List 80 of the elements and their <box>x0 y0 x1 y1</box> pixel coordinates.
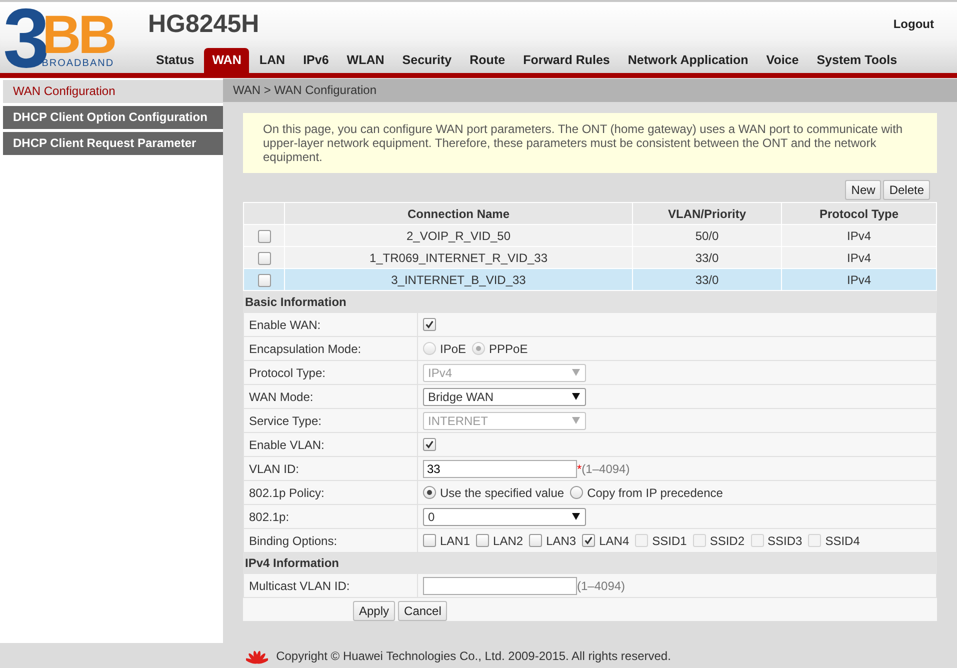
checkbox[interactable] <box>258 230 270 243</box>
required-mark: * <box>577 462 582 476</box>
sidebar-item[interactable]: DHCP Client Request Parameter <box>3 132 223 155</box>
caret-icon <box>572 513 580 520</box>
checkbox-label[interactable]: LAN4 <box>599 534 630 548</box>
checkbox[interactable] <box>529 534 542 547</box>
radio-label[interactable]: Copy from IP precedence <box>587 486 723 500</box>
nav-tab[interactable]: System Tools <box>808 48 906 73</box>
field-label: Multicast VLAN ID: <box>244 574 418 598</box>
copyright-text: Copyright © Huawei Technologies Co., Ltd. 2009-2015. All rights reserved. <box>276 648 671 662</box>
dropdown[interactable]: Bridge WAN <box>423 388 586 406</box>
section-header: Basic Information <box>244 292 936 312</box>
table-cell: IPv4 <box>782 268 936 290</box>
caret-icon <box>572 393 580 400</box>
field-label: WAN Mode: <box>244 384 418 408</box>
column-header: Protocol Type <box>782 202 936 224</box>
checkbox-label[interactable]: LAN3 <box>546 534 576 548</box>
field-label: 802.1p: <box>244 504 418 528</box>
checkbox-label[interactable]: LAN1 <box>440 534 470 548</box>
field-label: 802.1p Policy: <box>244 480 418 504</box>
field-label: Protocol Type: <box>244 360 418 384</box>
field-label: Service Type: <box>244 408 418 432</box>
nav-tab[interactable]: Network Application <box>620 48 756 73</box>
checkbox-label[interactable]: LAN2 <box>493 534 524 548</box>
table-row[interactable]: 2_VOIP_R_VID_50 50/0 IPv4 <box>244 224 936 246</box>
field-label: Binding Options: <box>244 528 418 552</box>
radio-button[interactable] <box>423 486 436 499</box>
nav-tab[interactable]: LAN <box>251 48 294 73</box>
field-label: Enable VLAN: <box>244 432 418 456</box>
section-header: IPv4 Information <box>244 552 936 574</box>
nav-tab[interactable]: Status <box>148 48 202 73</box>
toolbar-button[interactable]: New <box>845 180 882 200</box>
table-cell: 1_TR069_INTERNET_R_VID_33 <box>284 246 632 268</box>
checkbox[interactable] <box>423 534 436 547</box>
table-cell: IPv4 <box>782 246 936 268</box>
checkbox[interactable] <box>582 534 596 547</box>
field-label: VLAN ID: <box>244 456 418 480</box>
range-hint: (1–4094) <box>582 462 630 476</box>
table-cell: 50/0 <box>632 224 782 246</box>
dropdown[interactable]: 0 <box>423 508 586 526</box>
nav-tab[interactable]: Route <box>462 48 514 73</box>
product-title: HG8245H <box>148 9 260 38</box>
radio-button[interactable] <box>570 486 584 499</box>
table-cell: IPv4 <box>782 224 936 246</box>
logout-link[interactable]: Logout <box>893 17 934 31</box>
table-header-cell <box>244 202 284 224</box>
action-button[interactable]: Cancel <box>398 601 448 621</box>
field-label: Encapsulation Mode: <box>244 336 418 360</box>
table-cell: 3_INTERNET_B_VID_33 <box>284 268 632 290</box>
field-label: Enable WAN: <box>244 312 418 336</box>
nav-tab[interactable]: IPv6 <box>295 48 337 73</box>
checkbox[interactable] <box>423 318 436 331</box>
input-field[interactable]: 33 <box>423 460 577 478</box>
column-header: Connection Name <box>284 202 632 224</box>
range-hint: (1–4094) <box>577 578 626 592</box>
checkbox[interactable] <box>476 534 490 547</box>
info-notice: On this page, you can configure WAN port parameters. The ONT (home gateway) uses a WAN port to communicate with upper-layer network equipment. Therefore, these parameters must be consistent between the ONT and the network equipment. <box>243 113 937 173</box>
toolbar-button[interactable]: Delete <box>883 180 930 200</box>
checkbox[interactable] <box>258 252 270 265</box>
table-cell: 33/0 <box>632 268 782 290</box>
nav-tab[interactable]: Security <box>394 48 460 73</box>
nav-tab[interactable]: Forward Rules <box>515 48 618 73</box>
checkbox[interactable] <box>423 438 436 451</box>
table-row[interactable]: 3_INTERNET_B_VID_33 33/0 IPv4 <box>244 268 936 290</box>
sidebar-item[interactable]: DHCP Client Option Configuration <box>3 106 223 129</box>
table-row[interactable]: 1_TR069_INTERNET_R_VID_33 33/0 IPv4 <box>244 246 936 268</box>
input-field[interactable] <box>423 576 577 594</box>
caret-icon <box>572 369 580 376</box>
column-header: VLAN/Priority <box>632 202 782 224</box>
nav-tab[interactable]: WLAN <box>338 48 392 73</box>
nav-tab[interactable]: Voice <box>758 48 807 73</box>
action-button[interactable]: Apply <box>353 601 396 621</box>
table-cell: 33/0 <box>632 246 782 268</box>
breadcrumb: WAN > WAN Configuration <box>223 79 957 102</box>
checkbox[interactable] <box>258 274 270 287</box>
caret-icon <box>572 417 580 424</box>
radio-label[interactable]: Use the specified value <box>440 486 564 500</box>
sidebar-item[interactable]: WAN Configuration <box>3 80 223 103</box>
nav-tab[interactable]: WAN <box>204 48 250 73</box>
table-cell: 2_VOIP_R_VID_50 <box>284 224 632 246</box>
